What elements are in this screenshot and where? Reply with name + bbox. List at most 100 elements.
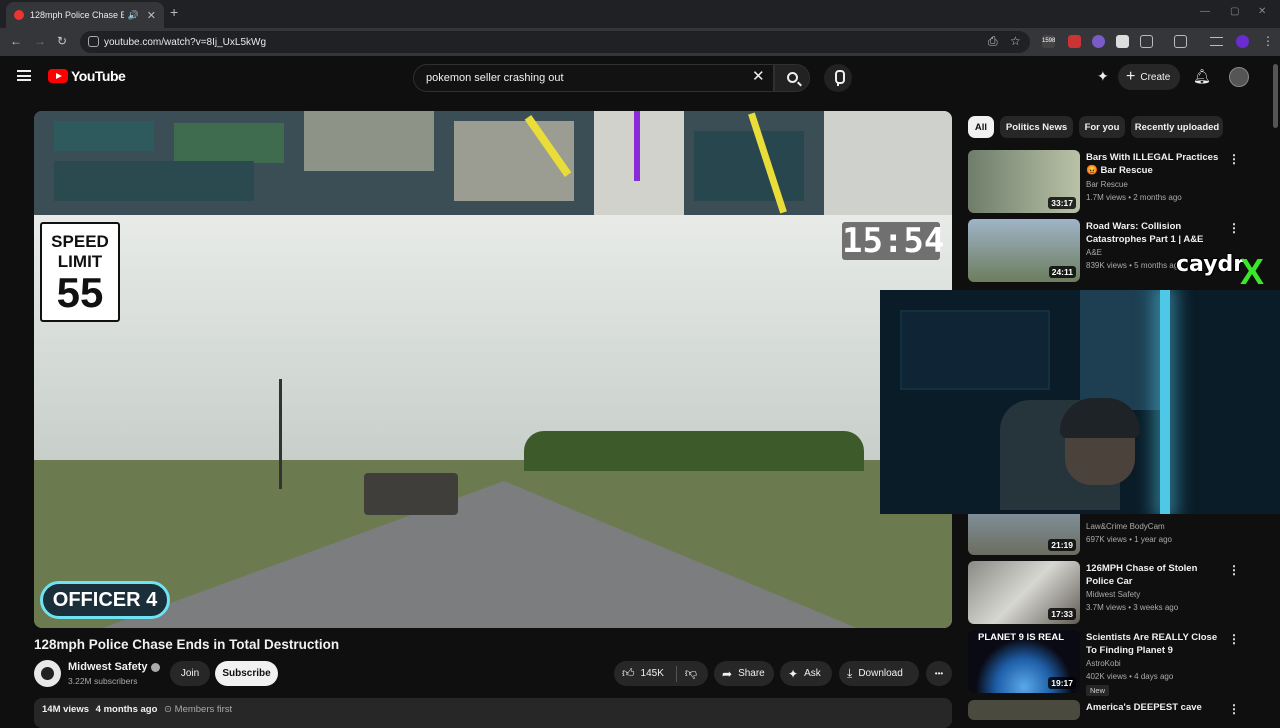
extension-badge: 1598 xyxy=(1042,38,1056,44)
speed-limit-sign: SPEED LIMIT 55 xyxy=(40,222,120,322)
recommendation-meta: 402K views • 4 days ago xyxy=(1086,672,1174,681)
chip-for-you[interactable]: For you xyxy=(1079,116,1125,138)
like-icon[interactable]: 👍︎ xyxy=(622,666,635,681)
search-button[interactable] xyxy=(774,64,810,92)
close-tab-icon[interactable]: ✕ xyxy=(147,9,156,22)
video-thumbnail[interactable]: PLANET 9 IS REAL 19:17 xyxy=(968,630,1080,693)
tab-title: 128mph Police Chase Ends xyxy=(30,10,124,20)
recommendation-channel[interactable]: Midwest Safety xyxy=(1086,590,1140,599)
youtube-header: YouTube pokemon seller crashing out ✕ ✦ … xyxy=(0,56,1280,100)
video-thumbnail[interactable]: 33:17 xyxy=(968,150,1080,213)
upload-age: 4 months ago xyxy=(95,704,158,715)
download-label: Download xyxy=(858,668,903,679)
truck-vehicle xyxy=(364,473,458,515)
forward-icon[interactable]: → xyxy=(34,34,46,48)
voice-search-icon[interactable] xyxy=(824,64,852,92)
chip-politics-news[interactable]: Politics News xyxy=(1000,116,1073,138)
video-road xyxy=(94,481,864,628)
video-thumbnail[interactable]: 24:11 xyxy=(968,219,1080,282)
chip-all[interactable]: All xyxy=(968,116,994,138)
like-count[interactable]: 145K xyxy=(641,668,664,679)
recommendation-title[interactable]: 126MPH Chase of Stolen Police Car xyxy=(1086,562,1226,588)
more-options-icon[interactable]: ⋮ xyxy=(1228,152,1240,166)
recommendation-channel[interactable]: A&E xyxy=(1086,248,1102,257)
share-icon: ➦ xyxy=(722,666,733,681)
site-info-icon[interactable] xyxy=(88,36,99,47)
recommendation-title[interactable]: Scientists Are REALLY Close To Finding P… xyxy=(1086,631,1226,657)
channel-avatar[interactable] xyxy=(34,660,61,687)
recommendation-meta: 839K views • 5 months ago xyxy=(1086,261,1183,270)
view-count: 14M views xyxy=(42,704,89,715)
youtube-logo[interactable]: YouTube xyxy=(48,68,126,84)
duration-badge: 24:11 xyxy=(1048,266,1076,278)
url-text: youtube.com/watch?v=8Ij_UxL5kWg xyxy=(104,36,267,48)
browser-tab[interactable]: 128mph Police Chase Ends 🔊 ✕ xyxy=(6,2,164,28)
shorts-connect-icon[interactable]: ✦ xyxy=(1097,68,1109,85)
reading-list-icon[interactable] xyxy=(1210,37,1223,46)
chip-recently-uploaded[interactable]: Recently uploaded xyxy=(1131,116,1223,138)
extension-diamond-icon[interactable] xyxy=(1116,35,1129,48)
maximize-icon[interactable]: ▢ xyxy=(1230,6,1239,17)
address-bar[interactable]: youtube.com/watch?v=8Ij_UxL5kWg xyxy=(80,31,1030,53)
install-icon[interactable]: ⎙ xyxy=(988,34,998,49)
browser-menu-icon[interactable]: ⋮ xyxy=(1262,34,1274,48)
channel-name-text: Midwest Safety xyxy=(68,661,148,673)
minimize-icon[interactable]: — xyxy=(1200,6,1210,17)
speaker-icon[interactable]: 🔊 xyxy=(128,10,139,21)
extension-purple-icon[interactable] xyxy=(1092,35,1105,48)
search-icon xyxy=(787,72,798,83)
recommendation-item[interactable]: America's DEEPEST cave ⋮ xyxy=(968,700,1268,720)
account-avatar[interactable] xyxy=(1229,67,1249,87)
join-button[interactable]: Join xyxy=(170,661,210,686)
more-options-icon[interactable]: ⋮ xyxy=(1228,702,1240,716)
back-icon[interactable]: ← xyxy=(10,34,22,48)
recommendation-channel[interactable]: Bar Rescue xyxy=(1086,180,1128,189)
new-badge: New xyxy=(1086,685,1110,696)
recommendation-title[interactable]: America's DEEPEST cave xyxy=(1086,701,1226,714)
extension-red-icon[interactable] xyxy=(1068,35,1081,48)
video-player[interactable]: SPEED LIMIT 55 15:54 OFFICER 4 xyxy=(34,111,952,628)
recommendation-title[interactable]: Road Wars: Collision Catastrophes Part 1… xyxy=(1086,220,1226,246)
video-map-strip xyxy=(34,111,952,215)
video-thumbnail[interactable] xyxy=(968,700,1080,720)
tab-search-icon[interactable] xyxy=(1174,35,1187,48)
reload-icon[interactable]: ↻ xyxy=(57,34,67,48)
webcam-monitor xyxy=(900,310,1050,390)
dislike-icon[interactable]: 👎︎ xyxy=(685,666,697,681)
recommendation-item[interactable]: 17:33 126MPH Chase of Stolen Police Car … xyxy=(968,561,1268,625)
search-input[interactable]: pokemon seller crashing out xyxy=(413,64,774,92)
webcam-overlay xyxy=(880,290,1280,514)
description-box[interactable]: 14M views 4 months ago ⊙ Members first xyxy=(34,698,952,728)
youtube-play-icon xyxy=(48,69,68,83)
create-button[interactable]: + Create xyxy=(1118,64,1180,90)
recommendation-title[interactable]: Bars With ILLEGAL Practices 😡 Bar Rescue xyxy=(1086,151,1226,177)
ask-button[interactable]: ✦ Ask xyxy=(780,661,832,686)
streamer-logo: caydr xyxy=(1176,252,1245,277)
more-options-icon[interactable]: ⋮ xyxy=(1228,221,1240,235)
recommendation-item[interactable]: PLANET 9 IS REAL 19:17 Scientists Are RE… xyxy=(968,630,1268,696)
page-scrollbar[interactable] xyxy=(1273,64,1278,128)
recommendation-meta: 697K views • 1 year ago xyxy=(1086,535,1172,544)
close-window-icon[interactable]: ✕ xyxy=(1258,6,1266,17)
download-icon: ⤓ xyxy=(847,666,853,680)
recommendation-channel[interactable]: Law&Crime BodyCam xyxy=(1086,522,1165,531)
new-tab-button[interactable]: + xyxy=(170,4,178,20)
more-actions-button[interactable]: ••• xyxy=(926,661,952,686)
share-button[interactable]: ➦ Share xyxy=(714,661,774,686)
subscribe-button[interactable]: Subscribe xyxy=(215,661,278,686)
more-options-icon[interactable]: ⋮ xyxy=(1228,563,1240,577)
menu-icon[interactable] xyxy=(17,70,31,81)
notifications-bell-icon[interactable]: 🔔︎ xyxy=(1193,68,1211,85)
extension-counter-icon[interactable]: 1598 xyxy=(1042,35,1055,48)
bookmark-star-icon[interactable]: ☆ xyxy=(1010,34,1021,48)
profile-icon[interactable] xyxy=(1236,35,1249,48)
recommendation-item[interactable]: 33:17 Bars With ILLEGAL Practices 😡 Bar … xyxy=(968,150,1268,214)
video-thumbnail[interactable]: 17:33 xyxy=(968,561,1080,624)
download-button[interactable]: ⤓ Download xyxy=(839,661,919,686)
channel-name[interactable]: Midwest Safety xyxy=(68,661,161,673)
video-sky xyxy=(34,215,952,460)
recommendation-channel[interactable]: AstroKobi xyxy=(1086,659,1121,668)
extensions-puzzle-icon[interactable] xyxy=(1140,35,1153,48)
more-options-icon[interactable]: ⋮ xyxy=(1228,632,1240,646)
clear-search-icon[interactable]: ✕ xyxy=(752,67,765,85)
